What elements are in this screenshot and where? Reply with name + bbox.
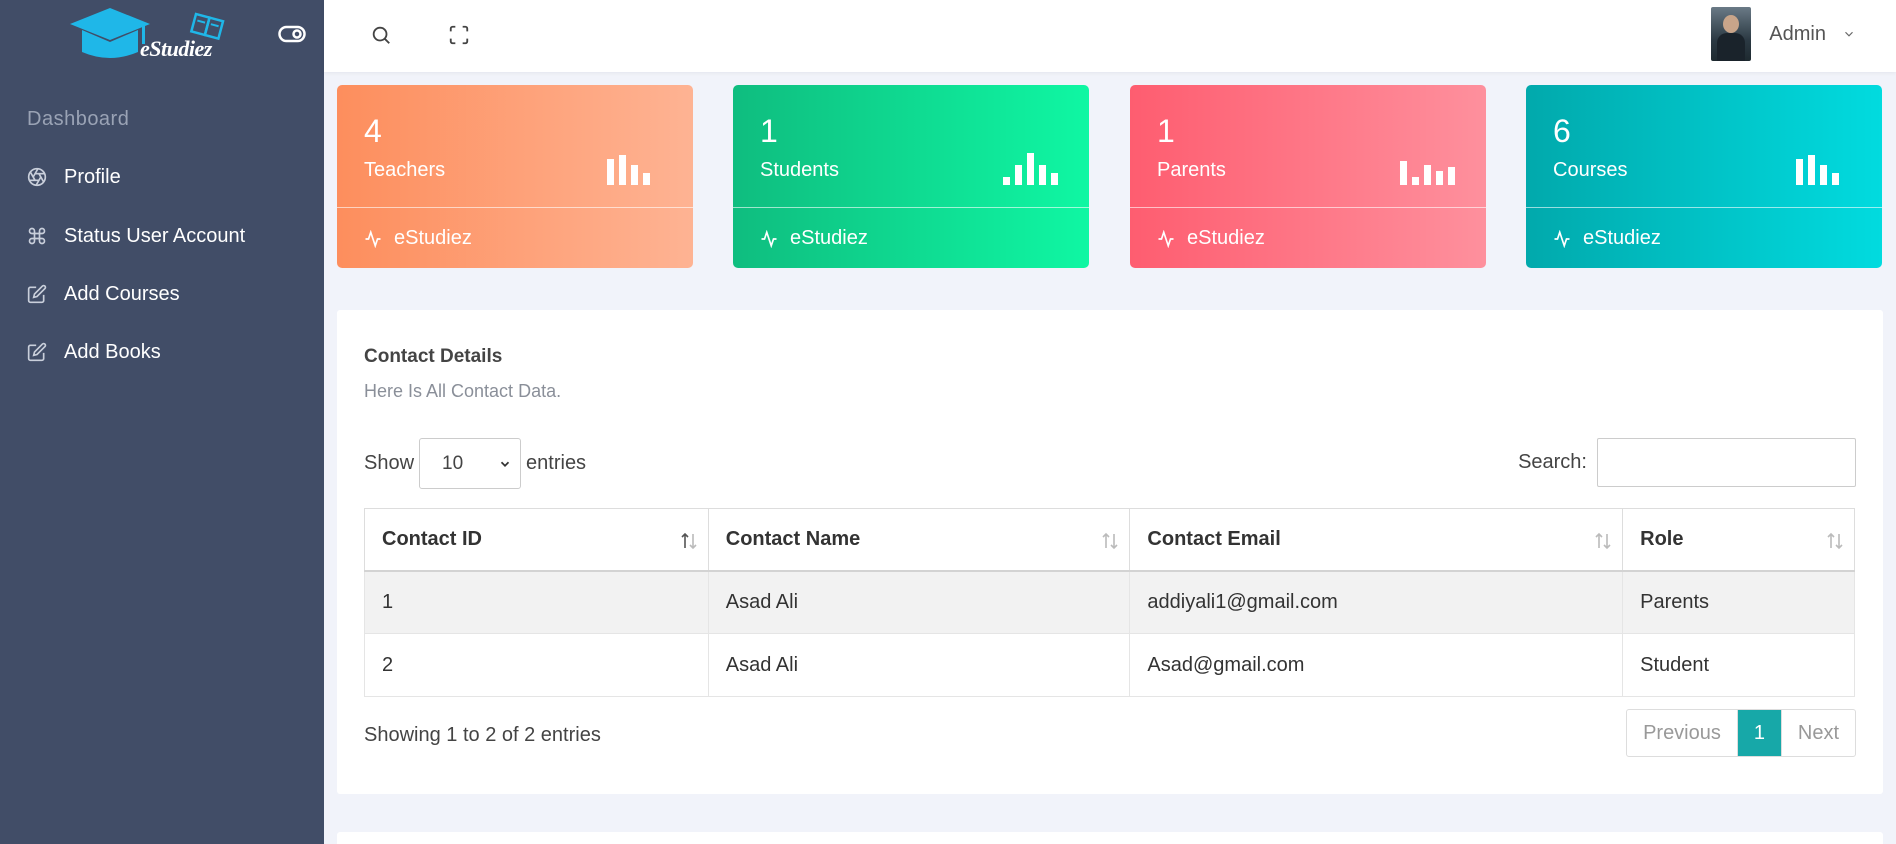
sidebar-item-profile[interactable]: Profile: [0, 157, 324, 197]
activity-icon: [1554, 229, 1570, 248]
bar-chart-icon: [607, 155, 650, 185]
page-size-value: 10: [442, 452, 464, 474]
contacts-table: Contact ID Contact Name Contact Email Ro…: [364, 508, 1855, 697]
card-divider: [1130, 207, 1486, 208]
entries-label: entries: [526, 452, 587, 474]
stat-value: 6: [1553, 113, 1571, 149]
table-search: Search:: [1518, 438, 1856, 487]
aperture-icon: [26, 166, 48, 188]
card-footer-text: eStudiez: [1187, 227, 1265, 249]
card-divider: [337, 207, 693, 208]
sort-icon: [1102, 532, 1118, 550]
card-footer: eStudiez: [1553, 227, 1661, 250]
chevron-down-icon: [500, 461, 510, 467]
search-icon[interactable]: [368, 22, 394, 48]
sort-icon: [681, 532, 697, 550]
stat-card-teachers[interactable]: 4 Teachers eStudiez: [337, 85, 693, 268]
stat-label: Parents: [1157, 159, 1226, 181]
topbar: Admin: [324, 0, 1896, 72]
table-row[interactable]: 2 Asad Ali Asad@gmail.com Student: [364, 633, 1855, 697]
sidebar-item-label: Add Books: [64, 340, 161, 363]
stat-value: 4: [364, 113, 382, 149]
table-info: Showing 1 to 2 of 2 entries: [364, 724, 601, 746]
sidebar-item-status-user-account[interactable]: Status User Account: [0, 216, 324, 256]
stat-label: Teachers: [364, 159, 446, 181]
card-footer-text: eStudiez: [1583, 227, 1661, 249]
brand: eStudiez: [0, 0, 324, 72]
search-input[interactable]: [1597, 438, 1856, 487]
cell-role: Parents: [1622, 570, 1855, 634]
contact-details-panel: Contact Details Here Is All Contact Data…: [337, 310, 1883, 794]
stat-value: 1: [760, 113, 778, 149]
sort-icon: [1827, 532, 1843, 550]
activity-icon: [761, 229, 777, 248]
stat-value: 1: [1157, 113, 1175, 149]
table-header-row: Contact ID Contact Name Contact Email Ro…: [364, 508, 1855, 572]
pagination: Previous 1 Next: [1626, 709, 1856, 757]
card-footer-text: eStudiez: [790, 227, 868, 249]
activity-icon: [1158, 229, 1174, 248]
stat-card-parents[interactable]: 1 Parents eStudiez: [1130, 85, 1486, 268]
sidebar-item-label: Status User Account: [64, 224, 246, 247]
column-header-contact-name[interactable]: Contact Name: [707, 508, 1131, 572]
bar-chart-icon: [1003, 153, 1058, 185]
table-row[interactable]: 1 Asad Ali addiyali1@gmail.com Parents: [364, 570, 1855, 634]
show-label: Show: [364, 452, 415, 474]
avatar[interactable]: [1711, 7, 1752, 61]
sidebar: eStudiez Dashboard Profile Status User A…: [0, 0, 324, 844]
card-footer: eStudiez: [1157, 227, 1265, 250]
chevron-down-icon[interactable]: [1842, 27, 1856, 41]
cell-contact-name: Asad Ali: [707, 570, 1131, 634]
command-icon: [26, 225, 48, 247]
bar-chart-icon: [1796, 155, 1839, 185]
panel-subtitle: Here Is All Contact Data.: [364, 381, 562, 401]
sidebar-toggle-icon[interactable]: [278, 24, 306, 44]
next-panel: [337, 832, 1883, 844]
card-footer: eStudiez: [760, 227, 868, 250]
panel-title: Contact Details: [364, 346, 503, 367]
brand-name: eStudiez: [140, 36, 212, 61]
sidebar-item-label: Add Courses: [64, 282, 180, 305]
card-footer-text: eStudiez: [394, 227, 472, 249]
search-label: Search:: [1518, 451, 1587, 473]
page-size-select[interactable]: 10: [419, 438, 522, 489]
card-footer: eStudiez: [364, 227, 472, 250]
edit-icon: [26, 341, 48, 363]
cell-contact-id: 2: [364, 633, 709, 697]
user-name[interactable]: Admin: [1769, 23, 1826, 46]
page-size-control: Show 10 entries: [364, 438, 586, 489]
user-menu[interactable]: Admin: [1711, 7, 1856, 61]
stat-card-students[interactable]: 1 Students eStudiez: [733, 85, 1089, 268]
column-header-contact-id[interactable]: Contact ID: [364, 508, 709, 572]
sidebar-item-add-books[interactable]: Add Books: [0, 332, 324, 372]
sidebar-item-add-courses[interactable]: Add Courses: [0, 274, 324, 314]
edit-icon: [26, 283, 48, 305]
card-divider: [1526, 207, 1882, 208]
column-header-role[interactable]: Role: [1622, 508, 1855, 572]
pagination-page-1[interactable]: 1: [1737, 710, 1782, 756]
pagination-previous[interactable]: Previous: [1627, 710, 1738, 756]
cell-contact-id: 1: [364, 570, 709, 634]
cell-role: Student: [1622, 633, 1855, 697]
cell-contact-name: Asad Ali: [707, 633, 1131, 697]
column-header-contact-email[interactable]: Contact Email: [1129, 508, 1624, 572]
stat-label: Courses: [1553, 159, 1628, 181]
nav-section-title: Dashboard: [27, 108, 130, 130]
bar-chart-icon: [1400, 161, 1455, 185]
activity-icon: [365, 229, 381, 248]
stat-label: Students: [760, 159, 839, 181]
pagination-next[interactable]: Next: [1782, 710, 1855, 756]
fullscreen-icon[interactable]: [446, 22, 472, 48]
cell-contact-email: addiyali1@gmail.com: [1129, 570, 1624, 634]
cell-contact-email: Asad@gmail.com: [1129, 633, 1624, 697]
sidebar-item-label: Profile: [64, 165, 121, 188]
sort-icon: [1595, 532, 1611, 550]
card-divider: [733, 207, 1089, 208]
stat-card-courses[interactable]: 6 Courses eStudiez: [1526, 85, 1882, 268]
